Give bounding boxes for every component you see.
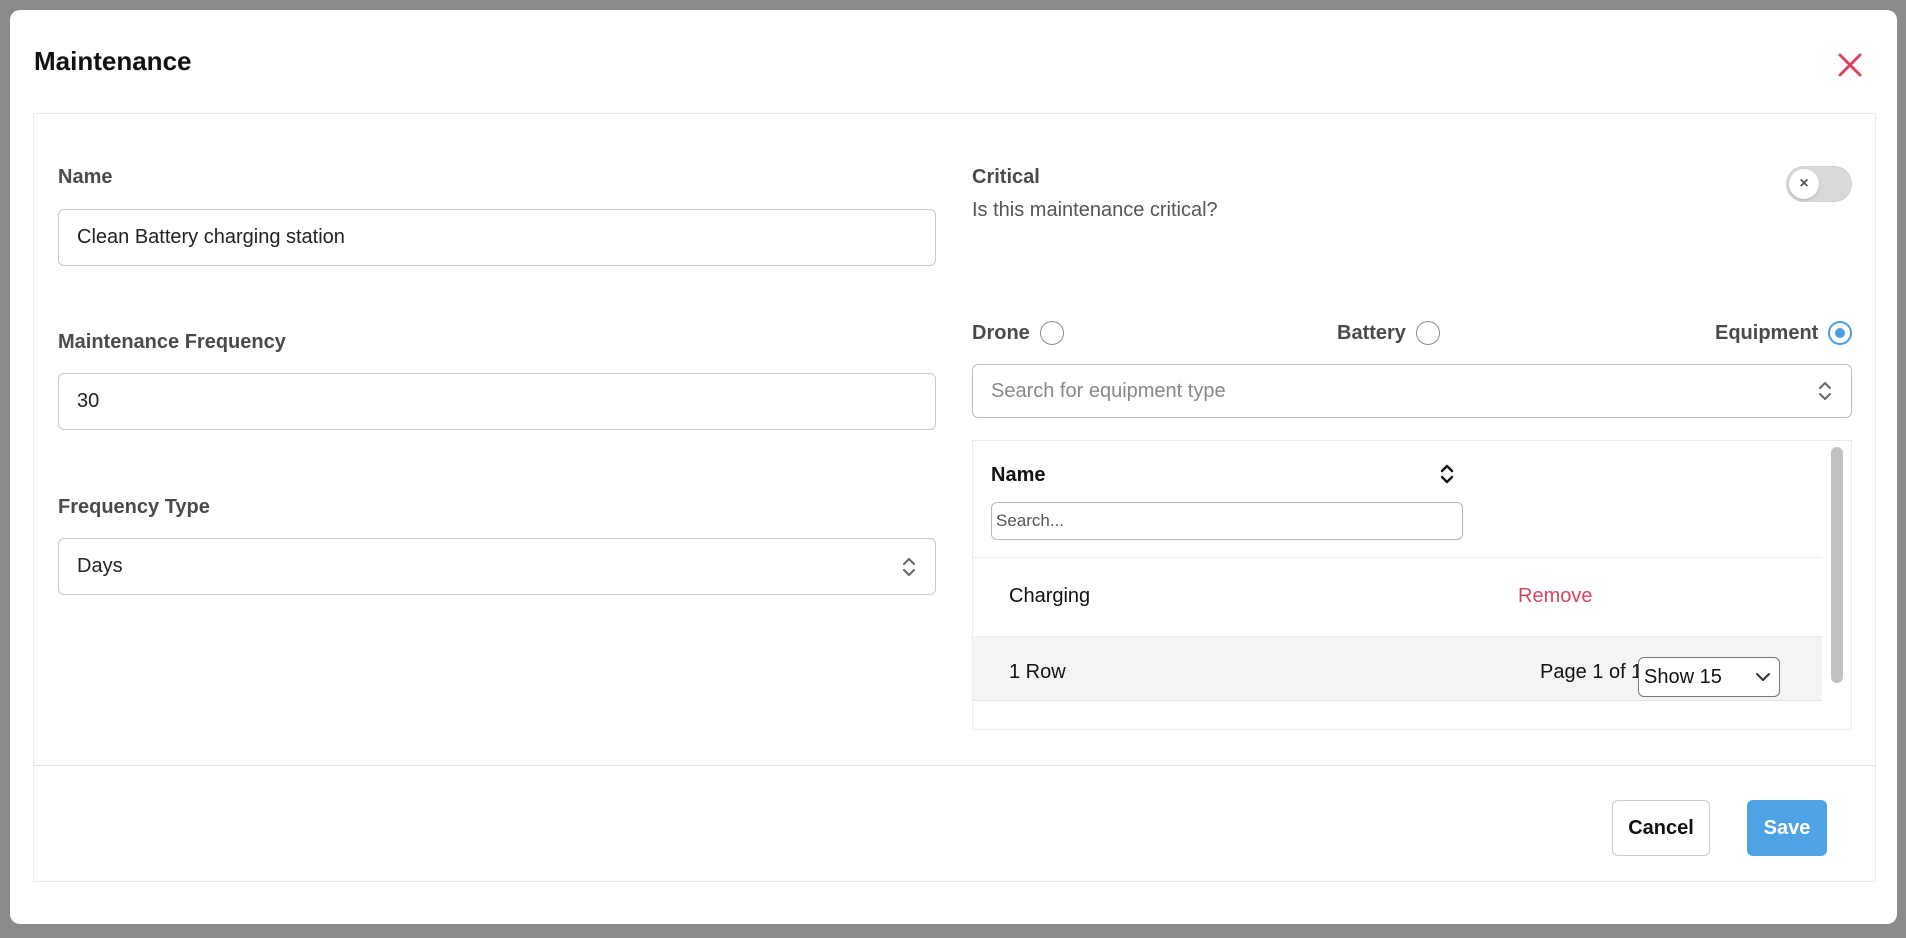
radio-battery-label: Battery bbox=[1337, 321, 1406, 344]
radio-drone[interactable]: Drone bbox=[972, 321, 1064, 345]
frequency-type-value: Days bbox=[77, 555, 123, 577]
frequency-input[interactable] bbox=[58, 373, 936, 430]
critical-label: Critical bbox=[972, 166, 1040, 188]
chevron-up-down-icon bbox=[1819, 382, 1831, 400]
equipment-type-search[interactable]: Search for equipment type bbox=[972, 364, 1852, 418]
radio-equipment-label: Equipment bbox=[1715, 321, 1819, 344]
close-button[interactable] bbox=[1833, 48, 1867, 82]
row-name: Charging bbox=[1009, 585, 1091, 607]
name-input[interactable] bbox=[58, 209, 936, 266]
scrollbar-thumb[interactable] bbox=[1831, 447, 1843, 683]
form-panel: Name Maintenance Frequency Frequency Typ… bbox=[33, 113, 1876, 766]
modal-footer: Cancel Save bbox=[33, 766, 1876, 882]
name-label: Name bbox=[58, 166, 113, 188]
toggle-knob: × bbox=[1789, 169, 1819, 199]
sort-icon[interactable] bbox=[1439, 461, 1455, 487]
page-size-select[interactable]: Show 15 bbox=[1638, 657, 1780, 697]
chevron-up-down-icon bbox=[903, 557, 915, 576]
close-icon bbox=[1838, 53, 1862, 77]
remove-button[interactable]: Remove bbox=[1518, 585, 1592, 608]
table-pagination: 1 Row Page 1 of 1 Show 15 bbox=[973, 637, 1822, 701]
table-row: Charging Remove bbox=[973, 558, 1822, 637]
equipment-type-placeholder: Search for equipment type bbox=[991, 379, 1226, 402]
page-size-value: Show 15 bbox=[1644, 665, 1722, 688]
modal-title: Maintenance bbox=[34, 46, 192, 76]
radio-drone-label: Drone bbox=[972, 321, 1030, 344]
x-icon: × bbox=[1799, 175, 1809, 192]
maintenance-modal: Maintenance Name Maintenance Frequency F… bbox=[10, 10, 1897, 924]
column-search-input[interactable] bbox=[991, 502, 1463, 540]
critical-description: Is this maintenance critical? bbox=[972, 199, 1218, 221]
row-count: 1 Row bbox=[1009, 661, 1066, 683]
save-button[interactable]: Save bbox=[1747, 800, 1827, 856]
radio-battery-input[interactable] bbox=[1415, 321, 1440, 345]
modal-header: Maintenance bbox=[10, 10, 1897, 113]
cancel-button[interactable]: Cancel bbox=[1612, 800, 1710, 856]
table-body: Name Charging Remove 1 Row Page 1 of 1 bbox=[973, 441, 1822, 701]
radio-equipment-input[interactable] bbox=[1828, 321, 1853, 345]
radio-battery[interactable]: Battery bbox=[1337, 321, 1440, 345]
chevron-down-icon bbox=[1756, 673, 1770, 681]
column-header-name: Name bbox=[991, 464, 1046, 486]
page-info: Page 1 of 1 bbox=[1540, 661, 1643, 683]
radio-equipment[interactable]: Equipment bbox=[1715, 321, 1853, 345]
right-column: Critical Is this maintenance critical? ×… bbox=[972, 114, 1853, 764]
table-scrollbar[interactable] bbox=[1825, 441, 1849, 697]
table-header: Name bbox=[973, 441, 1822, 558]
frequency-label: Maintenance Frequency bbox=[58, 331, 286, 353]
frequency-type-select[interactable]: Days bbox=[58, 538, 936, 595]
frequency-type-label: Frequency Type bbox=[58, 496, 210, 518]
critical-toggle[interactable]: × bbox=[1786, 166, 1852, 202]
radio-drone-input[interactable] bbox=[1039, 321, 1064, 345]
equipment-table: Name Charging Remove 1 Row Page 1 of 1 bbox=[972, 440, 1852, 730]
